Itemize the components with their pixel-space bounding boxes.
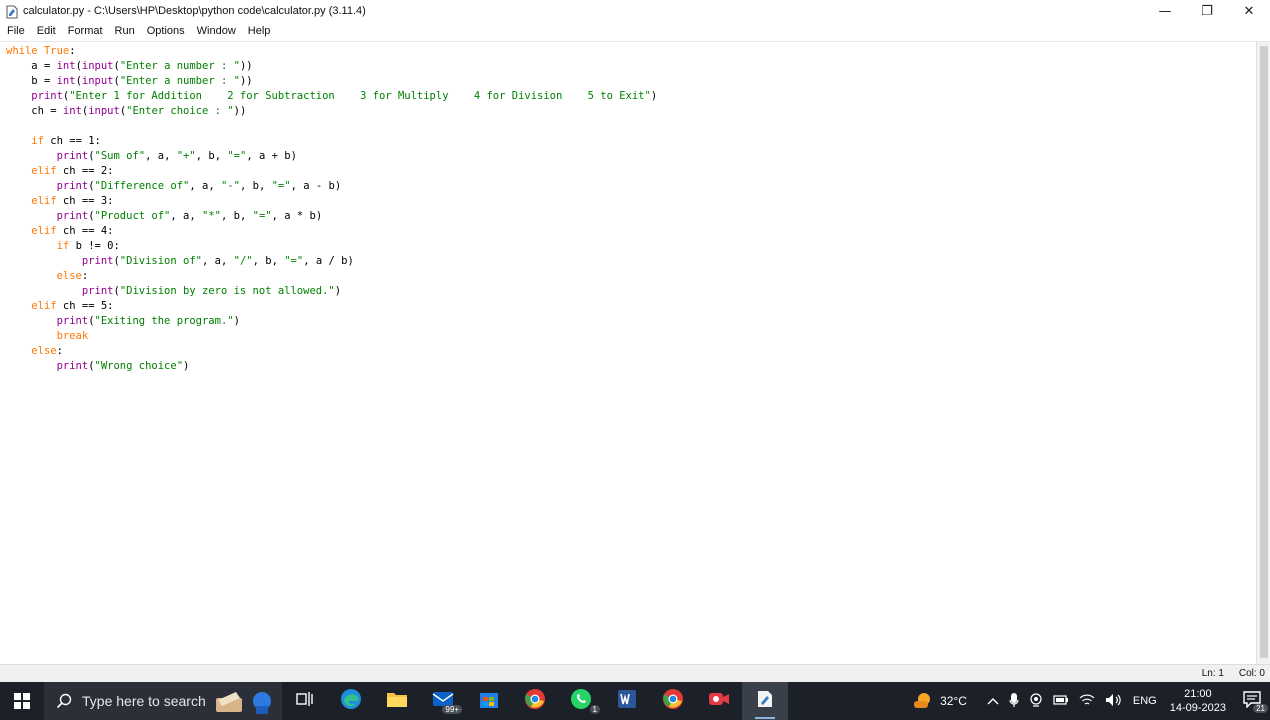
idle-editor-icon (755, 689, 775, 714)
clock-time: 21:00 (1184, 688, 1212, 700)
folder-icon (386, 690, 408, 713)
menu-window[interactable]: Window (192, 22, 241, 40)
window-controls: — ❐ ✕ (1144, 0, 1270, 22)
taskbar-search[interactable]: Type here to search (44, 682, 282, 720)
task-view-button[interactable] (282, 682, 328, 720)
chrome-profile-button[interactable] (650, 682, 696, 720)
code-line[interactable]: print("Sum of", a, "+", b, "=", a + b) (6, 149, 657, 164)
code-line[interactable]: print("Enter 1 for Addition 2 for Subtra… (6, 89, 657, 104)
search-highlight-illustration-icon (212, 688, 276, 716)
edge-taskbar-button[interactable] (328, 682, 374, 720)
weather-widget[interactable]: 32°C (907, 682, 972, 720)
input-language[interactable]: ENG (1128, 682, 1162, 720)
menu-options[interactable]: Options (142, 22, 190, 40)
volume-control[interactable] (1100, 682, 1128, 720)
notification-count: 21 (1253, 704, 1268, 713)
edge-icon (340, 688, 362, 715)
code-line[interactable]: print("Division by zero is not allowed."… (6, 284, 657, 299)
screen-recorder-button[interactable] (696, 682, 742, 720)
code-editor[interactable]: while True: a = int(input("Enter a numbe… (0, 41, 1270, 665)
whatsapp-icon (570, 688, 592, 715)
menu-format[interactable]: Format (63, 22, 108, 40)
battery-icon (1053, 694, 1069, 708)
system-clock[interactable]: 21:00 14-09-2023 (1162, 687, 1234, 715)
menu-run[interactable]: Run (110, 22, 140, 40)
code-line[interactable]: elif ch == 4: (6, 224, 657, 239)
weather-temp: 32°C (940, 694, 967, 708)
microphone-status[interactable] (1004, 682, 1024, 720)
title-bar: calculator.py - C:\Users\HP\Desktop\pyth… (0, 0, 1270, 22)
file-explorer-button[interactable] (374, 682, 420, 720)
start-button[interactable] (0, 682, 44, 720)
column-number: Col: 0 (1238, 668, 1265, 679)
store-icon (479, 689, 499, 714)
chrome-icon (524, 688, 546, 715)
idle-file-icon (6, 4, 18, 19)
mail-badge: 99+ (442, 705, 462, 714)
weather-sun-icon (912, 691, 934, 712)
whatsapp-badge: 1 (589, 705, 600, 714)
mail-button[interactable]: 99+ (420, 682, 466, 720)
code-line[interactable]: b = int(input("Enter a number : ")) (6, 74, 657, 89)
microphone-icon (1009, 692, 1019, 711)
notification-center-button[interactable]: 21 (1234, 682, 1270, 720)
window-title: calculator.py - C:\Users\HP\Desktop\pyth… (23, 5, 366, 17)
chevron-up-icon (987, 694, 999, 708)
code-line[interactable]: elif ch == 5: (6, 299, 657, 314)
menu-edit[interactable]: Edit (32, 22, 61, 40)
record-icon (708, 689, 730, 714)
code-line[interactable]: if b != 0: (6, 239, 657, 254)
code-line[interactable]: print("Exiting the program.") (6, 314, 657, 329)
code-line[interactable]: a = int(input("Enter a number : ")) (6, 59, 657, 74)
status-bar: Ln: 1 Col: 0 (0, 664, 1270, 682)
speaker-icon (1105, 693, 1123, 710)
battery-status[interactable] (1048, 682, 1074, 720)
search-placeholder: Type here to search (82, 693, 206, 709)
chrome-icon (662, 688, 684, 715)
whatsapp-button[interactable]: 1 (558, 682, 604, 720)
taskbar: Type here to search 99+ 1 32°C ENG 21:00… (0, 682, 1270, 720)
line-number: Ln: 1 (1201, 668, 1224, 679)
code-line[interactable] (6, 119, 657, 134)
vertical-scrollbar[interactable] (1256, 42, 1270, 665)
menu-bar: File Edit Format Run Options Window Help (0, 22, 1270, 40)
show-hidden-icons-button[interactable] (982, 682, 1004, 720)
code-line[interactable]: else: (6, 269, 657, 284)
network-status[interactable] (1074, 682, 1100, 720)
code-line[interactable]: break (6, 329, 657, 344)
code-line[interactable]: while True: (6, 44, 657, 59)
system-tray: 32°C ENG 21:00 14-09-2023 21 (907, 682, 1270, 720)
idle-taskbar-button[interactable] (742, 682, 788, 720)
code-line[interactable]: print("Division of", a, "/", b, "=", a /… (6, 254, 657, 269)
windows-logo-icon (14, 693, 30, 709)
maximize-button[interactable]: ❐ (1186, 0, 1228, 22)
code-line[interactable]: ch = int(input("Enter choice : ")) (6, 104, 657, 119)
minimize-button[interactable]: — (1144, 0, 1186, 22)
device-status[interactable] (1024, 682, 1048, 720)
webcam-icon (1029, 692, 1043, 710)
wifi-icon (1079, 693, 1095, 710)
word-icon (617, 689, 637, 714)
chrome-button[interactable] (512, 682, 558, 720)
scrollbar-thumb[interactable] (1260, 46, 1268, 658)
code-line[interactable]: print("Difference of", a, "-", b, "=", a… (6, 179, 657, 194)
search-icon (56, 693, 72, 709)
store-button[interactable] (466, 682, 512, 720)
close-button[interactable]: ✕ (1228, 0, 1270, 22)
code-line[interactable]: else: (6, 344, 657, 359)
word-button[interactable] (604, 682, 650, 720)
code-line[interactable]: print("Wrong choice") (6, 359, 657, 374)
code-line[interactable]: elif ch == 3: (6, 194, 657, 209)
active-indicator (755, 717, 775, 719)
menu-help[interactable]: Help (243, 22, 276, 40)
task-view-icon (296, 691, 314, 712)
clock-date: 14-09-2023 (1169, 702, 1226, 714)
code-line[interactable]: elif ch == 2: (6, 164, 657, 179)
menu-file[interactable]: File (2, 22, 30, 40)
code-line[interactable]: print("Product of", a, "*", b, "=", a * … (6, 209, 657, 224)
code-line[interactable]: if ch == 1: (6, 134, 657, 149)
code-text[interactable]: while True: a = int(input("Enter a numbe… (6, 44, 657, 374)
